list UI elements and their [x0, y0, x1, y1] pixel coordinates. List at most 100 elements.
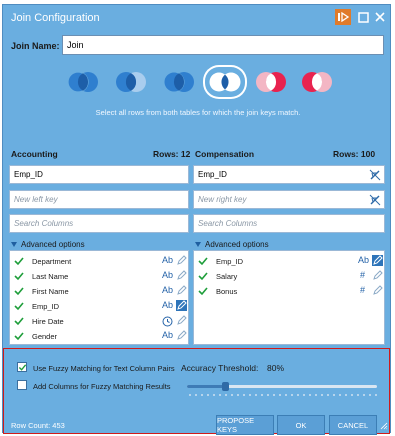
list-item[interactable]: First Name Ab [10, 284, 188, 299]
type-label: Ab [162, 330, 174, 340]
check-icon [18, 364, 27, 371]
new-left-key-field[interactable]: New left key [9, 190, 189, 209]
use-fuzzy-label: Use Fuzzy Matching for Text Column Pairs [33, 364, 175, 373]
column-name: Gender [32, 332, 58, 341]
column-name: Last Name [32, 272, 69, 281]
edit-icon[interactable] [176, 285, 187, 296]
join-right-outer-icon[interactable] [159, 67, 199, 97]
list-item[interactable]: Bonus # [194, 284, 384, 299]
run-icon [338, 12, 349, 22]
list-item[interactable]: Emp_ID Ab [10, 299, 188, 314]
row-count: Row Count: 453 [11, 421, 65, 430]
right-columns-list: Emp_ID Ab Salary # Bonus # [193, 250, 385, 345]
list-item[interactable]: Gender Ab [10, 329, 188, 344]
list-item[interactable]: Emp_ID Ab [194, 254, 384, 269]
type-label: # [360, 270, 366, 280]
key-edit-icon[interactable] [372, 255, 383, 266]
resize-grip-icon[interactable] [380, 422, 388, 430]
right-key-field[interactable]: Emp_ID [193, 165, 385, 184]
dialog-title: Join Configuration [11, 12, 100, 24]
join-left-outer-icon[interactable] [111, 67, 151, 97]
check-icon[interactable] [14, 271, 24, 281]
join-left-anti-icon[interactable] [251, 67, 291, 97]
add-columns-checkbox[interactable] [17, 380, 27, 390]
propose-keys-button[interactable]: PROPOSE KEYS [216, 415, 274, 435]
slider-thumb[interactable] [222, 382, 229, 391]
new-right-key-field[interactable]: New right key [193, 190, 385, 209]
left-key-field[interactable]: Emp_ID [9, 165, 189, 184]
join-name-label: Join Name: [11, 41, 60, 51]
column-name: Emp_ID [32, 302, 60, 311]
column-name: First Name [32, 287, 69, 296]
left-rows-count: Rows: 12 [153, 149, 191, 159]
edit-icon[interactable] [176, 315, 187, 326]
right-table-name: Compensation [195, 149, 255, 159]
accuracy-threshold-label: Accuracy Threshold: [181, 363, 259, 373]
join-full-outer-icon[interactable] [205, 67, 245, 97]
check-icon[interactable] [14, 316, 24, 326]
column-name: Salary [216, 272, 238, 281]
accuracy-threshold-value: 80% [267, 363, 285, 373]
type-label: Ab [162, 255, 174, 265]
slider-fill [187, 385, 225, 388]
type-label: Ab [162, 270, 174, 280]
check-icon[interactable] [14, 331, 24, 341]
right-key-value: Emp_ID [198, 170, 227, 179]
list-item[interactable]: Department Ab [10, 254, 188, 269]
edit-icon[interactable] [176, 270, 187, 281]
maximize-icon [357, 11, 369, 23]
left-table-name: Accounting [11, 149, 58, 159]
close-icon [375, 12, 385, 22]
edit-icon[interactable] [372, 285, 383, 296]
right-rows-count: Rows: 100 [333, 149, 376, 159]
check-icon[interactable] [14, 256, 24, 266]
check-icon[interactable] [198, 286, 208, 296]
accuracy-slider[interactable] [187, 382, 377, 391]
right-advanced-label: Advanced options [205, 240, 269, 249]
edit-icon[interactable] [372, 270, 383, 281]
right-advanced-options[interactable]: Advanced options [195, 240, 269, 249]
left-search-columns[interactable]: Search Columns [9, 214, 189, 233]
left-advanced-options[interactable]: Advanced options [11, 240, 85, 249]
check-icon[interactable] [14, 286, 24, 296]
type-label: # [360, 285, 366, 295]
column-name: Hire Date [32, 317, 64, 326]
join-configuration-dialog: Join Configuration Join Name: Join Selec… [2, 4, 391, 435]
new-right-key-placeholder: New right key [198, 195, 247, 204]
remove-key-icon[interactable] [368, 193, 382, 207]
maximize-button[interactable] [355, 9, 371, 25]
join-name-input[interactable]: Join [62, 35, 384, 55]
column-name: Emp_ID [216, 257, 244, 266]
clock-icon [162, 316, 173, 327]
edit-icon[interactable] [176, 330, 187, 341]
title-bar: Join Configuration [3, 5, 390, 31]
chevron-down-icon [11, 242, 17, 248]
check-icon[interactable] [198, 256, 208, 266]
run-button[interactable] [335, 9, 351, 25]
close-button[interactable] [372, 9, 388, 25]
join-description: Select all rows from both tables for whi… [95, 108, 301, 117]
add-columns-label: Add Columns for Fuzzy Matching Results [33, 382, 171, 391]
join-type-selector [63, 67, 343, 97]
join-inner-icon[interactable] [63, 67, 103, 97]
list-item[interactable]: Salary # [194, 269, 384, 284]
list-item[interactable]: Last Name Ab [10, 269, 188, 284]
type-label: Ab [162, 300, 174, 310]
type-label: Ab [358, 255, 370, 265]
slider-ticks [187, 393, 377, 397]
column-name: Bonus [216, 287, 238, 296]
left-advanced-label: Advanced options [21, 240, 85, 249]
cancel-button[interactable]: CANCEL [329, 415, 377, 435]
ok-button[interactable]: OK [277, 415, 325, 435]
right-search-columns[interactable]: Search Columns [193, 214, 385, 233]
check-icon[interactable] [14, 301, 24, 311]
join-right-anti-icon[interactable] [297, 67, 337, 97]
type-label: Ab [162, 285, 174, 295]
check-icon[interactable] [198, 271, 208, 281]
edit-icon[interactable] [176, 255, 187, 266]
list-item[interactable]: Hire Date [10, 314, 188, 329]
use-fuzzy-checkbox[interactable] [17, 362, 27, 372]
remove-key-icon[interactable] [368, 168, 382, 182]
key-edit-icon[interactable] [176, 300, 187, 311]
chevron-down-icon [195, 242, 201, 248]
